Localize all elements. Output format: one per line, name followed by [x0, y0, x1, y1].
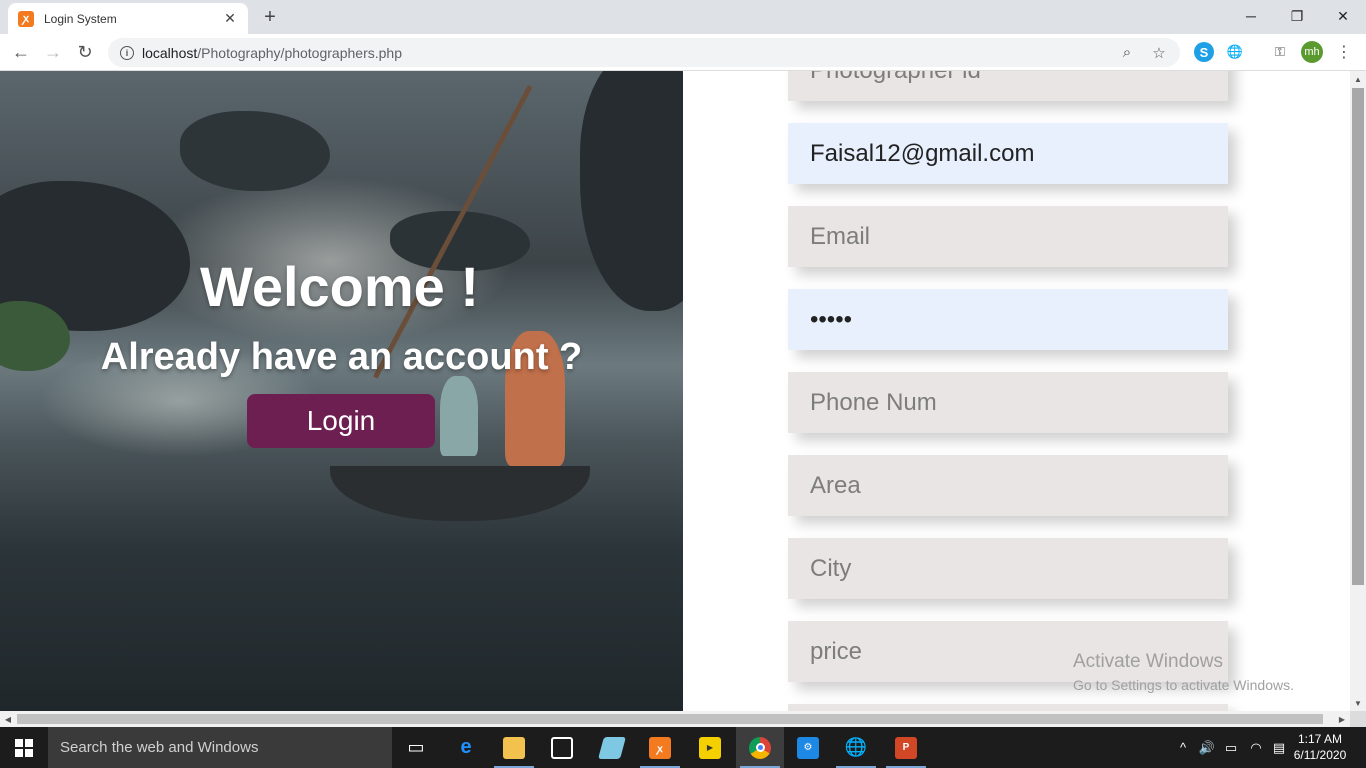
- globe-app-icon[interactable]: 🌐: [832, 727, 880, 768]
- windows-logo-icon: [15, 738, 33, 757]
- xampp-icon: ꭗ: [18, 10, 34, 27]
- back-icon[interactable]: ←: [8, 39, 34, 65]
- notes-app-icon[interactable]: [588, 727, 636, 768]
- skype-extension-icon[interactable]: S: [1194, 42, 1214, 62]
- store-icon[interactable]: [538, 727, 586, 768]
- menu-icon[interactable]: ⋮: [1334, 42, 1354, 62]
- edge-icon[interactable]: e: [442, 727, 490, 768]
- action-center-icon[interactable]: ▤: [1268, 727, 1290, 768]
- scroll-right-icon[interactable]: ▶: [1334, 711, 1350, 727]
- close-window-icon[interactable]: ✕: [1320, 0, 1366, 32]
- tab-strip: ꭗ Login System ✕ + ─ ❐ ✕: [0, 0, 1366, 34]
- next-field-partial[interactable]: [788, 704, 1228, 711]
- wifi-icon[interactable]: ◠: [1246, 727, 1266, 768]
- globe-extension-icon[interactable]: 🌐: [1225, 42, 1245, 62]
- horizontal-scrollbar[interactable]: ◀ ▶: [0, 711, 1350, 727]
- password-field[interactable]: [788, 289, 1228, 350]
- minimize-icon[interactable]: ─: [1228, 0, 1274, 32]
- email-field[interactable]: [788, 206, 1228, 267]
- photographer-id-field[interactable]: [788, 71, 1228, 101]
- scroll-up-icon[interactable]: ▲: [1350, 71, 1366, 87]
- scrollbar-corner: [1350, 711, 1366, 727]
- vertical-scrollbar[interactable]: ▲ ▼: [1350, 71, 1366, 711]
- start-button[interactable]: [0, 727, 48, 768]
- reload-icon[interactable]: ↻: [72, 39, 98, 65]
- file-explorer-icon[interactable]: [490, 727, 538, 768]
- already-have-account-text: Already have an account ?: [100, 336, 583, 378]
- scroll-down-icon[interactable]: ▼: [1350, 695, 1366, 711]
- clock-time: 1:17 AM: [1297, 732, 1343, 746]
- browser-tab[interactable]: ꭗ Login System ✕: [8, 3, 248, 34]
- restore-icon[interactable]: ❐: [1274, 0, 1320, 32]
- activate-windows-watermark: Activate Windows Go to Settings to activ…: [1073, 651, 1294, 693]
- chrome-icon[interactable]: [736, 727, 784, 768]
- profile-avatar[interactable]: mh: [1301, 41, 1323, 63]
- new-tab-button[interactable]: +: [258, 6, 282, 29]
- info-icon[interactable]: i: [120, 45, 134, 60]
- zoom-icon[interactable]: ⌕: [1116, 42, 1138, 64]
- url-text: localhost/Photography/photographers.php: [142, 44, 402, 61]
- browser-toolbar: ← → ↻ i localhost/Photography/photograph…: [0, 34, 1366, 71]
- rock: [180, 111, 330, 191]
- battery-icon[interactable]: ▭: [1222, 727, 1240, 768]
- boat: [330, 466, 590, 521]
- child-figure: [440, 376, 478, 456]
- show-hidden-icons-icon[interactable]: ^: [1174, 727, 1192, 768]
- settings-app-icon[interactable]: ⚙: [784, 727, 832, 768]
- name-field[interactable]: [788, 123, 1228, 184]
- bookmark-star-icon[interactable]: ☆: [1148, 42, 1170, 64]
- taskbar-search[interactable]: Search the web and Windows: [48, 727, 392, 768]
- taskbar-clock[interactable]: 1:17 AM 6/11/2020: [1290, 731, 1350, 763]
- page-viewport: Welcome ! Already have an account ? Logi…: [0, 71, 1350, 711]
- phone-num-field[interactable]: [788, 372, 1228, 433]
- horizontal-scroll-thumb[interactable]: [17, 714, 1323, 724]
- tab-title: Login System: [44, 11, 117, 26]
- windows-taskbar: Search the web and Windows ▭ e ꭗ ▶ ⚙ 🌐 P…: [0, 727, 1366, 768]
- powerpoint-icon[interactable]: P: [882, 727, 930, 768]
- area-field[interactable]: [788, 455, 1228, 516]
- city-field[interactable]: [788, 538, 1228, 599]
- login-button[interactable]: Login: [247, 394, 435, 448]
- welcome-heading: Welcome !: [199, 255, 480, 318]
- task-view-icon[interactable]: ▭: [392, 727, 440, 768]
- key-icon[interactable]: ⚿: [1270, 42, 1290, 62]
- close-tab-icon[interactable]: ✕: [222, 10, 238, 27]
- clock-date: 6/11/2020: [1293, 748, 1347, 762]
- xampp-taskbar-icon[interactable]: ꭗ: [636, 727, 684, 768]
- forward-icon[interactable]: →: [40, 39, 66, 65]
- volume-icon[interactable]: 🔊: [1196, 727, 1218, 768]
- player-icon[interactable]: ▶: [686, 727, 734, 768]
- hero-image-panel: Welcome ! Already have an account ? Logi…: [0, 71, 683, 711]
- address-bar[interactable]: i localhost/Photography/photographers.ph…: [108, 38, 1180, 67]
- scroll-left-icon[interactable]: ◀: [0, 711, 16, 727]
- vertical-scroll-thumb[interactable]: [1352, 88, 1364, 585]
